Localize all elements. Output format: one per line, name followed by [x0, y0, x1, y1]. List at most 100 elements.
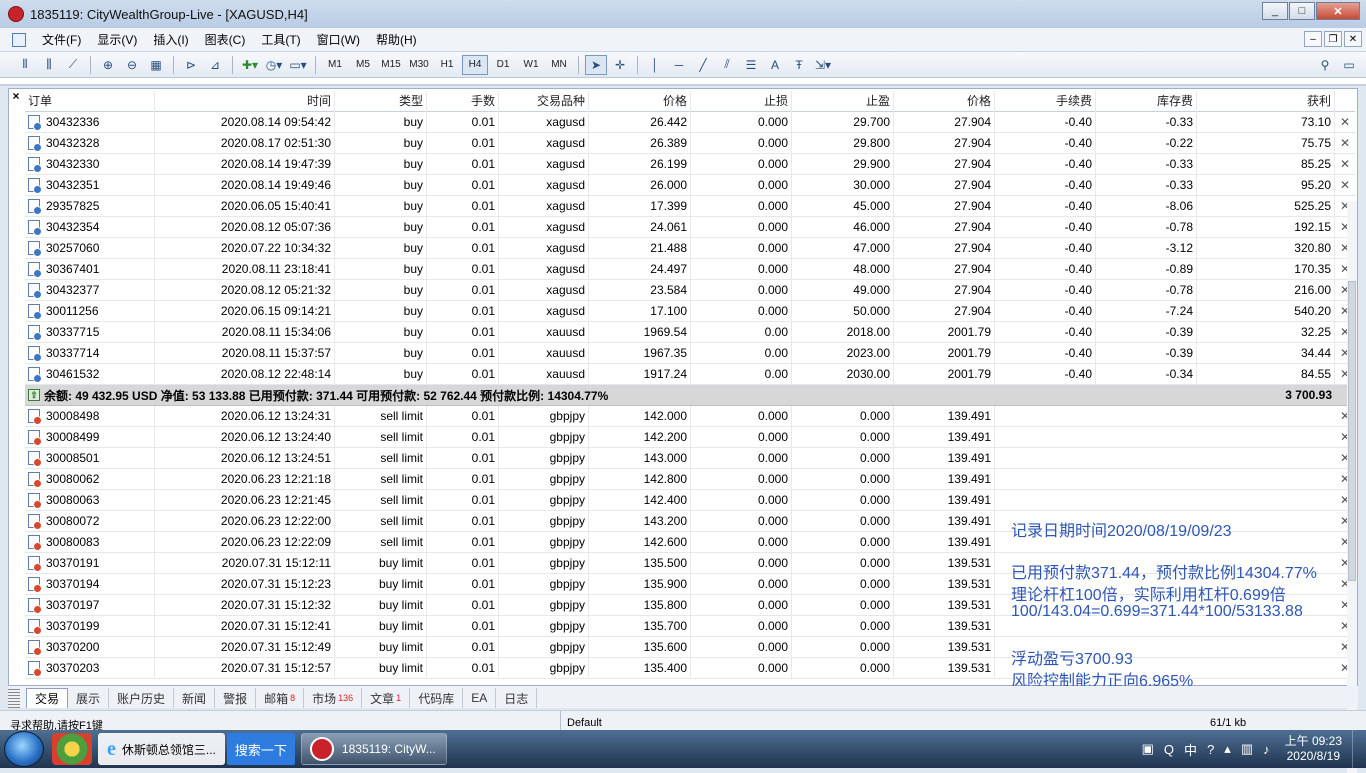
row-close-icon[interactable]: ✕: [1335, 133, 1355, 154]
table-row[interactable]: 30337715 2020.08.11 15:34:06 buy 0.01 xauusd…: [25, 321, 1355, 343]
table-row[interactable]: 30370203 2020.07.31 15:12:57 buy limit 0.01…: [25, 657, 1355, 679]
mt-task[interactable]: 1835119: CityW...: [300, 733, 447, 765]
table-row[interactable]: 30370191 2020.07.31 15:12:11 buy limit 0.01…: [25, 552, 1355, 574]
tab-10[interactable]: 日志: [496, 688, 538, 708]
minimize-button[interactable]: _: [1262, 2, 1288, 20]
row-close-icon[interactable]: ✕: [1335, 175, 1355, 196]
zoom-in-icon[interactable]: ⊕: [97, 55, 119, 75]
table-row[interactable]: 30432351 2020.08.14 19:49:46 buy 0.01 xagusd…: [25, 174, 1355, 196]
column-header[interactable]: 获利: [1197, 90, 1335, 112]
column-header[interactable]: 手数: [427, 90, 499, 112]
menu-item[interactable]: 文件(F): [34, 30, 89, 50]
timeframe-h4-button[interactable]: H4: [462, 54, 488, 75]
table-row[interactable]: 30008501 2020.06.12 13:24:51 sell limit 0.0…: [25, 447, 1355, 469]
maximize-button[interactable]: □: [1289, 2, 1315, 20]
table-row[interactable]: 30432354 2020.08.12 05:07:36 buy 0.01 xagusd…: [25, 216, 1355, 238]
line-chart-icon[interactable]: ⟋: [62, 55, 84, 75]
mdi-restore-button[interactable]: ❐: [1324, 31, 1342, 47]
tab-9[interactable]: EA: [463, 688, 497, 708]
tab-0[interactable]: 交易: [26, 688, 69, 708]
pdf-icon[interactable]: ▣: [1142, 741, 1154, 757]
table-row[interactable]: 30008499 2020.06.12 13:24:40 sell limit 0.0…: [25, 426, 1355, 448]
periods-icon[interactable]: ◷▾: [263, 55, 285, 75]
indicators-icon[interactable]: ✚▾: [239, 55, 261, 75]
close-button[interactable]: ✕: [1316, 2, 1360, 20]
timeframe-d1-button[interactable]: D1: [490, 55, 516, 75]
scrollbar-thumb[interactable]: [1348, 281, 1356, 581]
menu-item[interactable]: 工具(T): [253, 30, 308, 50]
chat-icon[interactable]: ▭: [1338, 55, 1360, 75]
trendline-icon[interactable]: ╱: [692, 55, 714, 75]
table-row[interactable]: 30337714 2020.08.11 15:37:57 buy 0.01 xauusd…: [25, 342, 1355, 364]
browser-task[interactable]: e 休斯顿总领馆三...: [98, 733, 225, 765]
volume-icon[interactable]: ♪: [1263, 742, 1270, 757]
column-header[interactable]: 交易品种: [499, 90, 589, 112]
text-icon[interactable]: A: [764, 55, 786, 75]
tab-1[interactable]: 展示: [68, 688, 110, 708]
menu-item[interactable]: 显示(V): [89, 30, 145, 50]
table-row[interactable]: 30080062 2020.06.23 12:21:18 sell limit 0.0…: [25, 468, 1355, 490]
search-icon[interactable]: ⚲: [1314, 55, 1336, 75]
document-icon[interactable]: [12, 32, 26, 47]
mdi-close-button[interactable]: ✕: [1344, 31, 1362, 47]
table-row[interactable]: 30461532 2020.08.12 22:48:14 buy 0.01 xauusd…: [25, 363, 1355, 385]
tile-windows-icon[interactable]: ▦: [145, 55, 167, 75]
ime-indicator[interactable]: 中: [1184, 740, 1197, 759]
row-close-icon[interactable]: ✕: [1335, 154, 1355, 175]
table-row[interactable]: 30367401 2020.08.11 23:18:41 buy 0.01 xagusd…: [25, 258, 1355, 280]
crosshair-icon[interactable]: ✛: [609, 55, 631, 75]
search-button[interactable]: 搜索一下: [226, 733, 295, 765]
tab-8[interactable]: 代码库: [410, 688, 464, 708]
table-row[interactable]: 30008498 2020.06.12 13:24:31 sell limit 0.0…: [25, 405, 1355, 427]
table-row[interactable]: 30370200 2020.07.31 15:12:49 buy limit 0.01…: [25, 636, 1355, 658]
text-label-icon[interactable]: Ŧ: [788, 55, 810, 75]
panel-close-icon[interactable]: ×: [9, 89, 23, 103]
table-row[interactable]: 30370194 2020.07.31 15:12:23 buy limit 0.01…: [25, 573, 1355, 595]
templates-icon[interactable]: ▭▾: [287, 55, 309, 75]
vertical-line-icon[interactable]: │: [644, 55, 666, 75]
column-header[interactable]: 止损: [691, 90, 792, 112]
start-button[interactable]: [4, 731, 44, 767]
column-header[interactable]: 价格: [589, 90, 691, 112]
terminal-grip[interactable]: [8, 688, 20, 708]
menu-item[interactable]: 窗口(W): [309, 30, 368, 50]
tab-6[interactable]: 市场 136: [304, 688, 363, 708]
table-row[interactable]: 30432377 2020.08.12 05:21:32 buy 0.01 xagusd…: [25, 279, 1355, 301]
column-header[interactable]: 止盈: [792, 90, 894, 112]
cursor-icon[interactable]: ➤: [585, 54, 607, 75]
browser-pin-icon[interactable]: [52, 733, 92, 765]
row-close-icon[interactable]: ✕: [1335, 112, 1355, 133]
table-row[interactable]: 30011256 2020.06.15 09:14:21 buy 0.01 xagusd…: [25, 300, 1355, 322]
table-row[interactable]: 30370199 2020.07.31 15:12:41 buy limit 0.01…: [25, 615, 1355, 637]
column-header[interactable]: 库存费: [1096, 90, 1197, 112]
network-icon[interactable]: ▥: [1241, 741, 1253, 757]
tab-3[interactable]: 新闻: [174, 688, 216, 708]
table-row[interactable]: 30432328 2020.08.17 02:51:30 buy 0.01 xagusd…: [25, 132, 1355, 154]
column-header[interactable]: 价格: [894, 90, 995, 112]
timeframe-m30-button[interactable]: M30: [406, 55, 432, 75]
table-row[interactable]: 30432330 2020.08.14 19:47:39 buy 0.01 xagusd…: [25, 153, 1355, 175]
table-row[interactable]: 30370197 2020.07.31 15:12:32 buy limit 0.01…: [25, 594, 1355, 616]
mdi-minimize-button[interactable]: –: [1304, 31, 1322, 47]
timeframe-h1-button[interactable]: H1: [434, 55, 460, 75]
menu-item[interactable]: 插入(I): [145, 30, 196, 50]
zoom-out-icon[interactable]: ⊖: [121, 55, 143, 75]
menu-item[interactable]: 图表(C): [197, 30, 254, 50]
table-row[interactable]: 29357825 2020.06.05 15:40:41 buy 0.01 xagusd…: [25, 195, 1355, 217]
table-row[interactable]: 30080072 2020.06.23 12:22:00 sell limit 0.0…: [25, 510, 1355, 532]
tab-2[interactable]: 账户历史: [109, 688, 175, 708]
clock[interactable]: 上午 09:23 2020/8/19: [1285, 734, 1342, 764]
column-header[interactable]: 时间: [155, 90, 335, 112]
table-row[interactable]: 30432336 2020.08.14 09:54:42 buy 0.01 xagusd…: [25, 111, 1355, 133]
tab-4[interactable]: 警报: [215, 688, 257, 708]
menu-item[interactable]: 帮助(H): [368, 30, 425, 50]
tab-7[interactable]: 文章 1: [362, 688, 411, 708]
auto-scroll-icon[interactable]: ⊳: [180, 55, 202, 75]
timeframe-m5-button[interactable]: M5: [350, 55, 376, 75]
column-header[interactable]: 手续费: [995, 90, 1096, 112]
show-desktop-button[interactable]: [1352, 730, 1366, 768]
column-header[interactable]: 类型: [335, 90, 427, 112]
timeframe-m1-button[interactable]: M1: [322, 55, 348, 75]
bar-chart-icon[interactable]: ⫴: [14, 55, 36, 75]
equidistant-channel-icon[interactable]: ⫽: [716, 55, 738, 75]
